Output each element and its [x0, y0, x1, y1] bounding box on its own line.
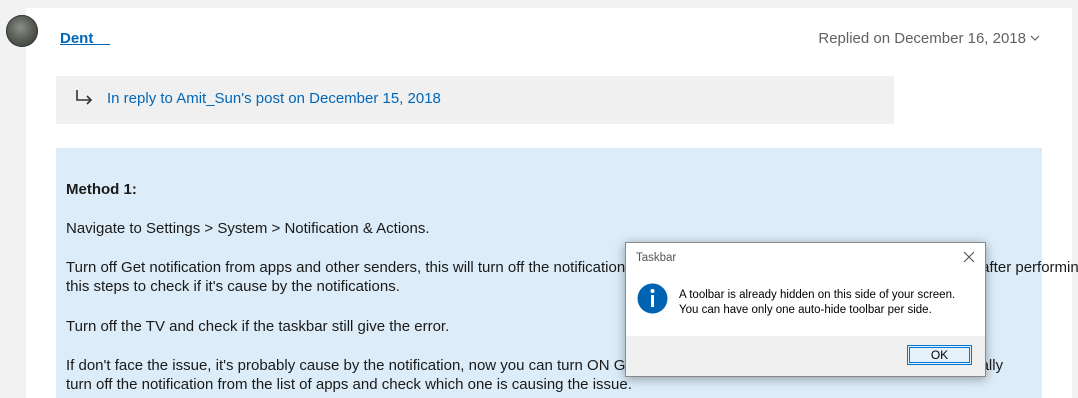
info-icon: [637, 283, 668, 314]
body-line: this steps to check if it's cause by the…: [66, 278, 400, 295]
close-icon[interactable]: [962, 250, 976, 264]
dialog-footer: OK: [626, 336, 985, 376]
taskbar-dialog: Taskbar A toolbar is already hidden on t…: [625, 242, 986, 377]
body-line: turn off the notification from the list …: [66, 376, 632, 393]
dialog-title: Taskbar: [636, 252, 677, 264]
body-line: Turn off the TV and check if the taskbar…: [66, 318, 450, 335]
author-link[interactable]: Dent__: [60, 30, 110, 47]
dialog-message-line1: A toolbar is already hidden on this side…: [679, 289, 956, 301]
chevron-down-icon[interactable]: [1028, 31, 1042, 45]
method-heading: Method 1:: [66, 181, 137, 198]
reply-reference: In reply to Amit_Sun's post on December …: [56, 76, 894, 124]
body-line: Navigate to Settings > System > Notifica…: [66, 220, 430, 237]
reply-to-link[interactable]: In reply to Amit_Sun's post on December …: [107, 90, 441, 107]
reply-arrow-icon: [76, 90, 93, 105]
dialog-message-line2: You can have only one auto-hide toolbar …: [679, 304, 932, 316]
replied-text: Replied on December 16, 2018: [818, 30, 1026, 47]
avatar[interactable]: [6, 15, 38, 47]
replied-date[interactable]: Replied on December 16, 2018: [818, 30, 1026, 47]
ok-button[interactable]: OK: [907, 345, 972, 365]
